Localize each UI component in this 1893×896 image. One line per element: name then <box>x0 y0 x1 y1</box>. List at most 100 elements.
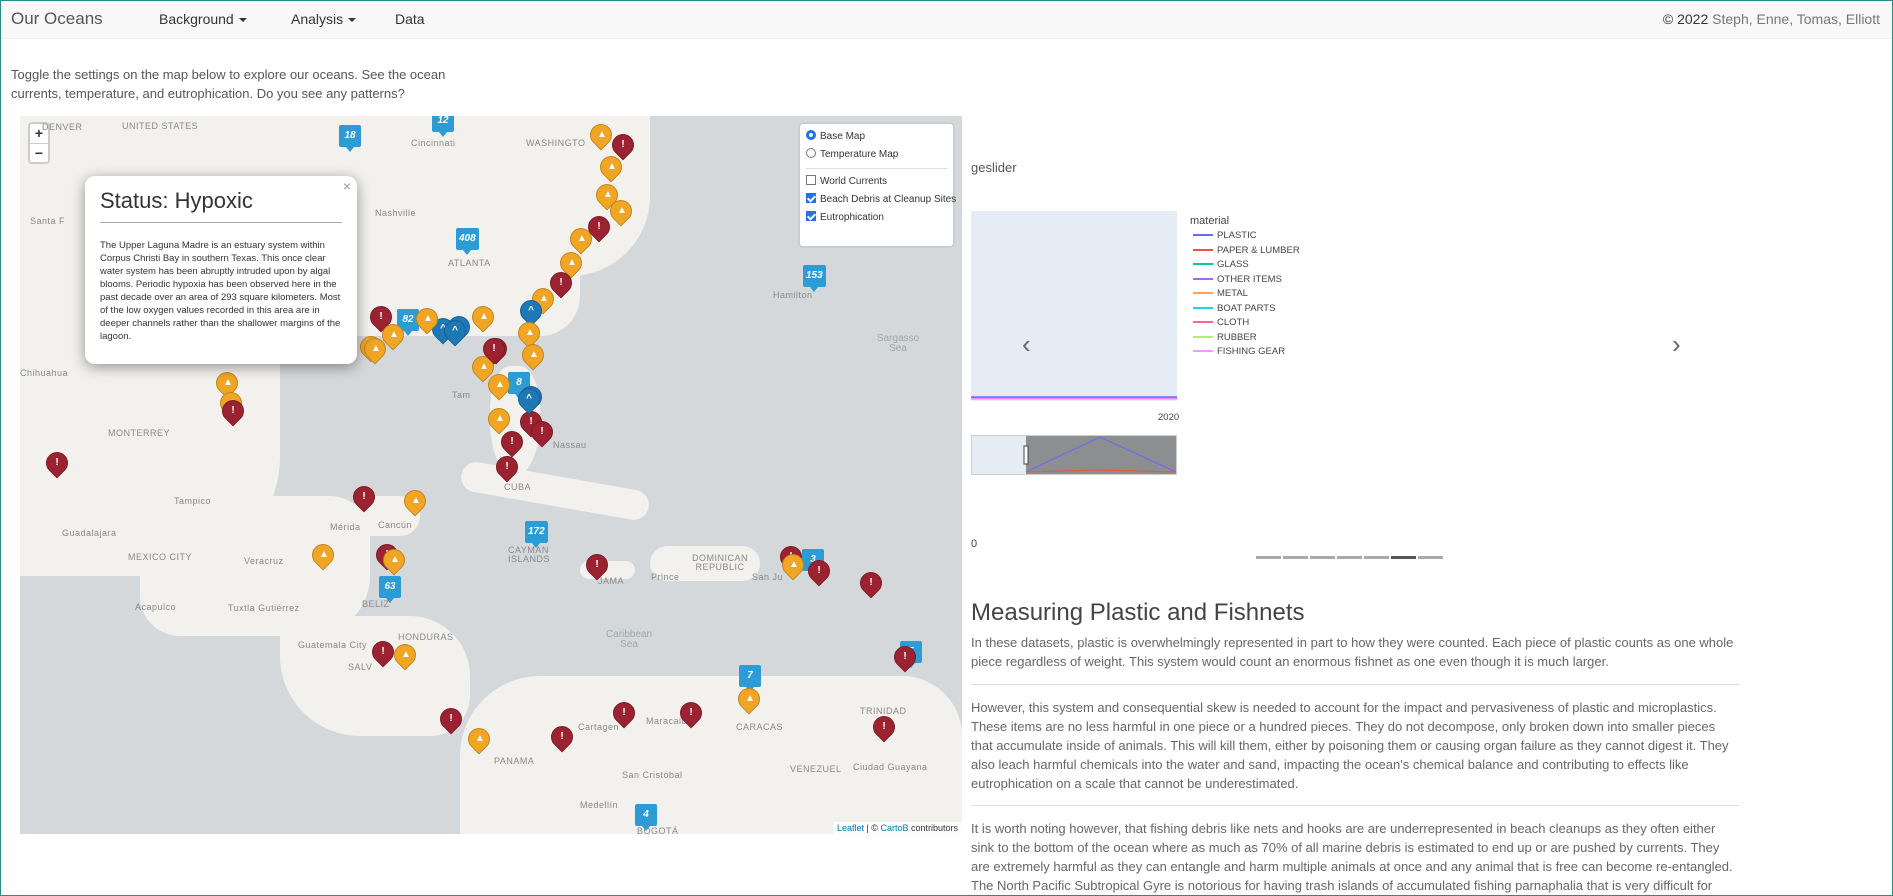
legend-label: CLOTH <box>1217 317 1250 328</box>
nav-background-dropdown[interactable]: Background <box>159 11 247 27</box>
radio-selected-icon[interactable] <box>806 130 816 141</box>
map-label-sea: Sargasso Sea <box>876 333 920 354</box>
cluster-marker[interactable]: 12 <box>432 116 454 137</box>
map-label: MONTERREY <box>108 428 171 438</box>
warning-icon: ▲ <box>525 327 535 338</box>
debris-marker[interactable]: ! <box>855 567 887 599</box>
warning-icon: ▲ <box>789 559 799 570</box>
exclamation-icon: ! <box>510 436 514 447</box>
map-label: CUBA <box>504 482 532 492</box>
carousel-indicator[interactable] <box>1310 556 1335 559</box>
checkbox-icon[interactable] <box>806 175 816 186</box>
carousel-indicator[interactable] <box>1364 556 1389 559</box>
article-heading: Measuring Plastic and Fishnets <box>971 599 1305 626</box>
copyright: © 2022 Steph, Enne, Tomas, Elliott <box>1663 11 1880 27</box>
carousel-next-button[interactable]: › <box>1672 329 1681 360</box>
exclamation-icon: ! <box>379 311 383 322</box>
leaflet-link[interactable]: Leaflet <box>837 823 864 833</box>
attribution-contrib: contributors <box>908 823 958 833</box>
legend-label: PAPER & LUMBER <box>1217 244 1300 256</box>
map-label: ATLANTA <box>448 258 491 268</box>
map-label: WASHINGTO <box>526 138 586 148</box>
exclamation-icon: ! <box>540 426 544 437</box>
map-label: Tam <box>452 390 471 400</box>
popup-title: Status: Hypoxic <box>100 188 342 223</box>
legend-label: RUBBER <box>1217 331 1257 343</box>
layer-option-base-map[interactable]: Base Map <box>806 128 947 146</box>
cluster-marker[interactable]: 63 <box>379 576 401 603</box>
checkbox-checked-icon[interactable] <box>806 193 816 204</box>
cluster-marker[interactable]: 4 <box>635 804 657 831</box>
exclamation-icon: ! <box>449 713 453 724</box>
carousel-indicator[interactable] <box>1283 556 1308 559</box>
carousel-indicator[interactable] <box>1391 556 1416 559</box>
exclamation-icon: ! <box>869 577 873 588</box>
cluster-marker[interactable]: 18 <box>339 125 361 152</box>
legend-item[interactable]: PLASTIC <box>1193 229 1257 243</box>
nav-data-link[interactable]: Data <box>395 11 425 27</box>
map-label: San Cristóbal <box>622 770 683 780</box>
range-selection[interactable] <box>1026 436 1176 474</box>
copyright-names: Steph, Enne, Tomas, Elliott <box>1712 11 1880 27</box>
layer-option-world-currents[interactable]: World Currents <box>806 173 947 191</box>
map-label: Veracruz <box>244 556 284 566</box>
cluster-marker[interactable]: 153 <box>803 265 826 292</box>
warning-icon: ▲ <box>745 693 755 704</box>
layer-option-eutrophication[interactable]: Eutrophication <box>806 209 947 227</box>
exclamation-icon: ! <box>381 646 385 657</box>
cluster-marker[interactable]: 408 <box>456 228 479 255</box>
layer-label: Base Map <box>820 131 866 142</box>
map-label: Mérida <box>330 522 361 532</box>
chevron-up-icon: ^ <box>452 325 458 336</box>
close-icon[interactable]: × <box>343 178 351 194</box>
exclamation-icon: ! <box>597 221 601 232</box>
legend-title: material <box>1190 215 1230 227</box>
radio-icon[interactable] <box>806 148 816 159</box>
leaflet-map[interactable]: + − DENVER UNITED STATES Cincinnati WASH… <box>20 116 962 834</box>
carousel-indicator[interactable] <box>1337 556 1362 559</box>
cluster-marker[interactable]: 7 <box>739 665 761 692</box>
exclamation-icon: ! <box>689 707 693 718</box>
warning-icon: ▲ <box>475 733 485 744</box>
nav-background-label: Background <box>159 11 234 27</box>
map-label: Hamilton <box>773 290 813 300</box>
warning-icon: ▲ <box>319 549 329 560</box>
map-label: Santa F <box>30 216 66 226</box>
zoom-out-button[interactable]: − <box>30 143 48 162</box>
legend-item[interactable]: RUBBER <box>1193 331 1257 345</box>
checkbox-checked-icon[interactable] <box>806 211 816 222</box>
exclamation-icon: ! <box>595 559 599 570</box>
exclamation-icon: ! <box>231 405 235 416</box>
warning-icon: ▲ <box>495 413 505 424</box>
y-tick-label: 0 <box>971 538 978 550</box>
layer-option-beach-debris[interactable]: Beach Debris at Cleanup Sites <box>806 191 956 209</box>
map-label: Cincinnati <box>411 138 456 148</box>
map-label: PANAMA <box>494 756 535 766</box>
brand-link[interactable]: Our Oceans <box>11 9 103 29</box>
article-paragraph: In these datasets, plastic is overwhelmi… <box>971 635 1734 669</box>
legend-item[interactable]: GLASS <box>1193 258 1249 272</box>
intro-text: Toggle the settings on the map below to … <box>11 67 446 101</box>
carousel-indicator[interactable] <box>1256 556 1281 559</box>
map-label: SALV <box>348 662 373 672</box>
carto-link[interactable]: CartoB <box>880 823 908 833</box>
legend-item[interactable]: FISHING GEAR <box>1193 345 1285 359</box>
caret-down-icon <box>348 18 357 23</box>
map-label: Nashville <box>375 208 417 218</box>
map-label: Ciudad Guayana <box>853 762 928 772</box>
range-handle[interactable] <box>1023 445 1029 465</box>
legend-item[interactable]: BOAT PARTS <box>1193 302 1275 316</box>
cluster-marker[interactable]: 172 <box>525 521 548 548</box>
layer-option-temperature-map[interactable]: Temperature Map <box>806 146 947 164</box>
legend-item[interactable]: PAPER & LUMBER <box>1193 244 1300 258</box>
carousel-prev-button[interactable]: ‹ <box>1022 329 1031 360</box>
legend-item[interactable]: METAL <box>1193 287 1248 301</box>
legend-item[interactable]: CLOTH <box>1193 316 1249 330</box>
legend-item[interactable]: OTHER ITEMS <box>1193 273 1282 287</box>
copyright-year: © 2022 <box>1662 11 1709 27</box>
carousel-slide-title: geslider <box>971 160 1017 175</box>
warning-icon: ▲ <box>603 189 613 200</box>
nav-analysis-dropdown[interactable]: Analysis <box>291 11 357 27</box>
carousel-indicator[interactable] <box>1418 556 1443 559</box>
range-slider[interactable] <box>971 435 1177 475</box>
